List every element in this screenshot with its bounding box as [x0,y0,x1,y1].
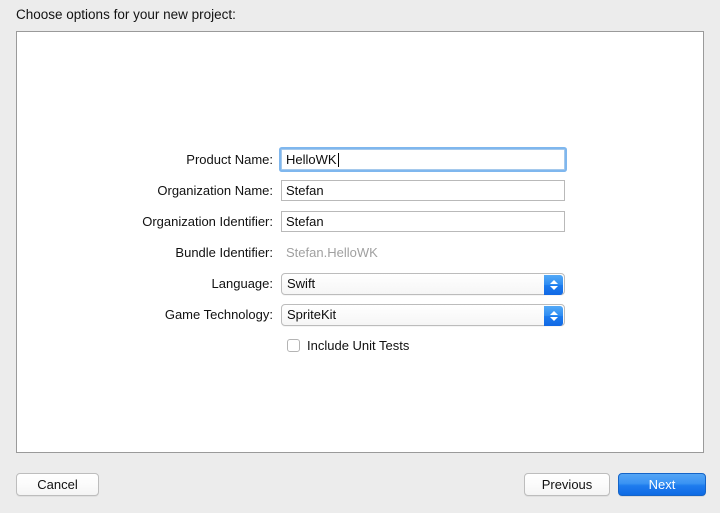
organization-identifier-label: Organization Identifier: [142,214,273,229]
chevron-up-glyph [549,310,558,315]
game-technology-value: SpriteKit [287,307,337,322]
form-row-organization-name: Organization Name: Stefan [17,175,703,206]
form-row-language: Language: Swift [17,268,703,299]
chevron-down-glyph [549,316,558,321]
form-row-include-unit-tests: Include Unit Tests [17,330,703,361]
text-caret [337,152,339,167]
include-unit-tests-label: Include Unit Tests [307,338,410,353]
form-row-organization-identifier: Organization Identifier: Stefan [17,206,703,237]
chevron-down-glyph [549,285,558,290]
form-row-bundle-identifier: Bundle Identifier: Stefan.HelloWK [17,237,703,268]
product-name-value: HelloWK [286,152,337,167]
bundle-identifier-label: Bundle Identifier: [175,245,273,260]
product-name-input[interactable]: HelloWK [281,149,565,170]
chevron-up-down-icon[interactable] [544,305,563,326]
project-options-form: Product Name: HelloWK Organization Name:… [17,144,703,361]
language-select[interactable]: Swift [281,272,565,295]
organization-identifier-input[interactable]: Stefan [281,211,565,232]
chevron-up-glyph [549,279,558,284]
cancel-button[interactable]: Cancel [16,473,99,496]
game-technology-select[interactable]: SpriteKit [281,303,565,326]
organization-identifier-value: Stefan [286,214,324,229]
form-row-game-technology: Game Technology: SpriteKit [17,299,703,330]
game-technology-label: Game Technology: [164,307,273,322]
organization-name-input[interactable]: Stefan [281,180,565,201]
include-unit-tests-checkbox[interactable]: Include Unit Tests [281,338,409,353]
language-value: Swift [287,276,316,291]
organization-name-value: Stefan [286,183,324,198]
organization-name-label: Organization Name: [157,183,273,198]
dialog-prompt: Choose options for your new project: [16,7,236,22]
next-button[interactable]: Next [618,473,706,496]
options-panel: Product Name: HelloWK Organization Name:… [16,31,704,453]
bundle-identifier-value: Stefan.HelloWK [286,245,378,260]
form-row-product-name: Product Name: HelloWK [17,144,703,175]
language-label: Language: [211,276,273,291]
checkbox-box[interactable] [287,339,300,352]
previous-button[interactable]: Previous [524,473,610,496]
chevron-up-down-icon[interactable] [544,274,563,295]
product-name-label: Product Name: [186,152,273,167]
